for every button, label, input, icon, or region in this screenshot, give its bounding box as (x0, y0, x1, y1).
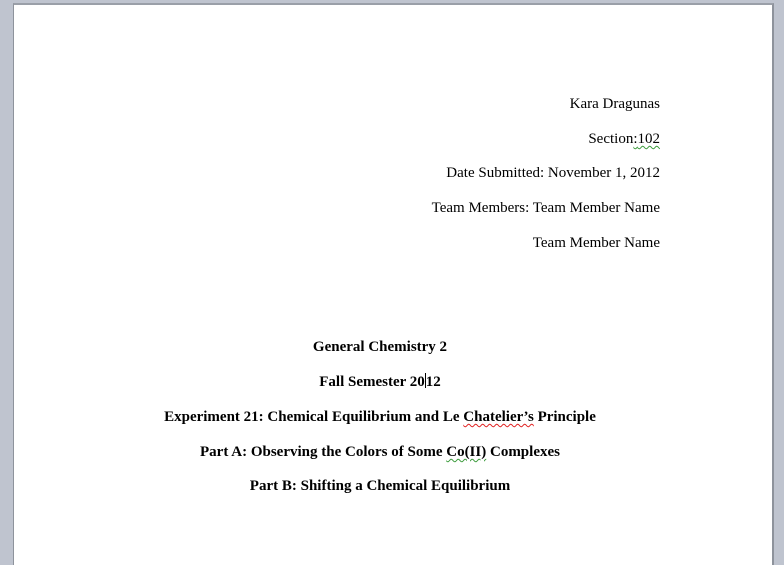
part-b-title: Part B: Shifting a Chemical Equilibrium (249, 478, 511, 494)
section-number: 102 (637, 131, 661, 147)
experiment-title: Experiment 21: Chemical Equilibrium and … (1, 408, 759, 426)
date-submitted: Date Submitted: November 1, 2012 (446, 165, 660, 181)
course-title: General Chemistry 2 (312, 339, 448, 355)
section-value: :102 (633, 131, 660, 147)
document-page[interactable]: Kara Dragunas Section:102 Date Submitted… (13, 3, 774, 565)
team-members: Team Members: Team Member Name (431, 200, 660, 216)
semester: Fall Semester 2012 (1, 373, 759, 391)
team-member-2: Team Member Name (532, 235, 660, 251)
experiment-text-c: Principle (533, 409, 596, 425)
spelling-error-word[interactable]: Chatelier’s (463, 409, 534, 425)
part-a-title: Part A: Observing the Colors of Some Co(… (1, 443, 759, 461)
experiment-text-a: Experiment 21: Chemical Equilibrium and … (164, 409, 464, 425)
section-line: Section:102 (588, 130, 660, 148)
part-a-text-c: Complexes (486, 444, 560, 460)
author-name: Kara Dragunas (569, 96, 660, 112)
section-label: Section (588, 131, 634, 147)
part-a-text-a: Part A: Observing the Colors of Some (200, 444, 447, 460)
grammar-flag-word[interactable]: Co(II) (446, 444, 486, 460)
semester-text-a: Fall Semester 20 (319, 374, 425, 390)
semester-text-b: 12 (425, 374, 441, 390)
